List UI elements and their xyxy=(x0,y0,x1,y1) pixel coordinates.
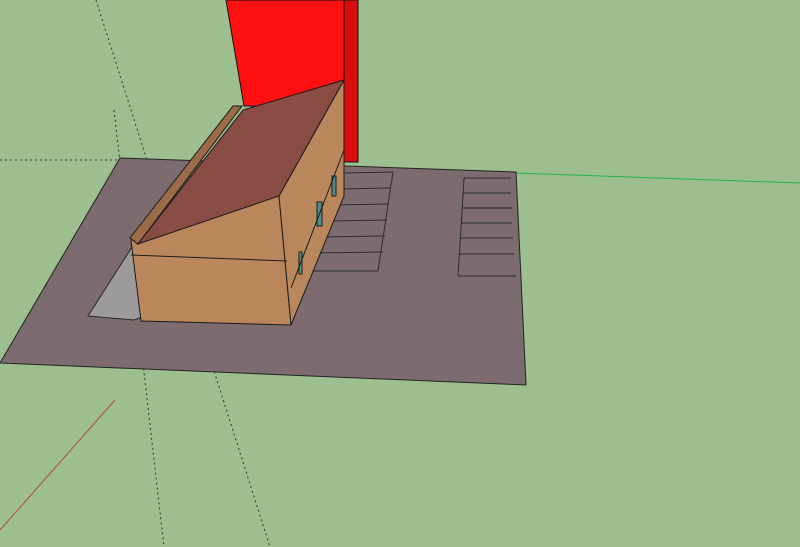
3d-scene[interactable] xyxy=(0,0,800,547)
red-axis xyxy=(0,399,116,531)
sketchup-3d-viewport[interactable] xyxy=(0,0,800,547)
green-axis xyxy=(515,172,800,184)
red-panel-side xyxy=(343,0,359,163)
